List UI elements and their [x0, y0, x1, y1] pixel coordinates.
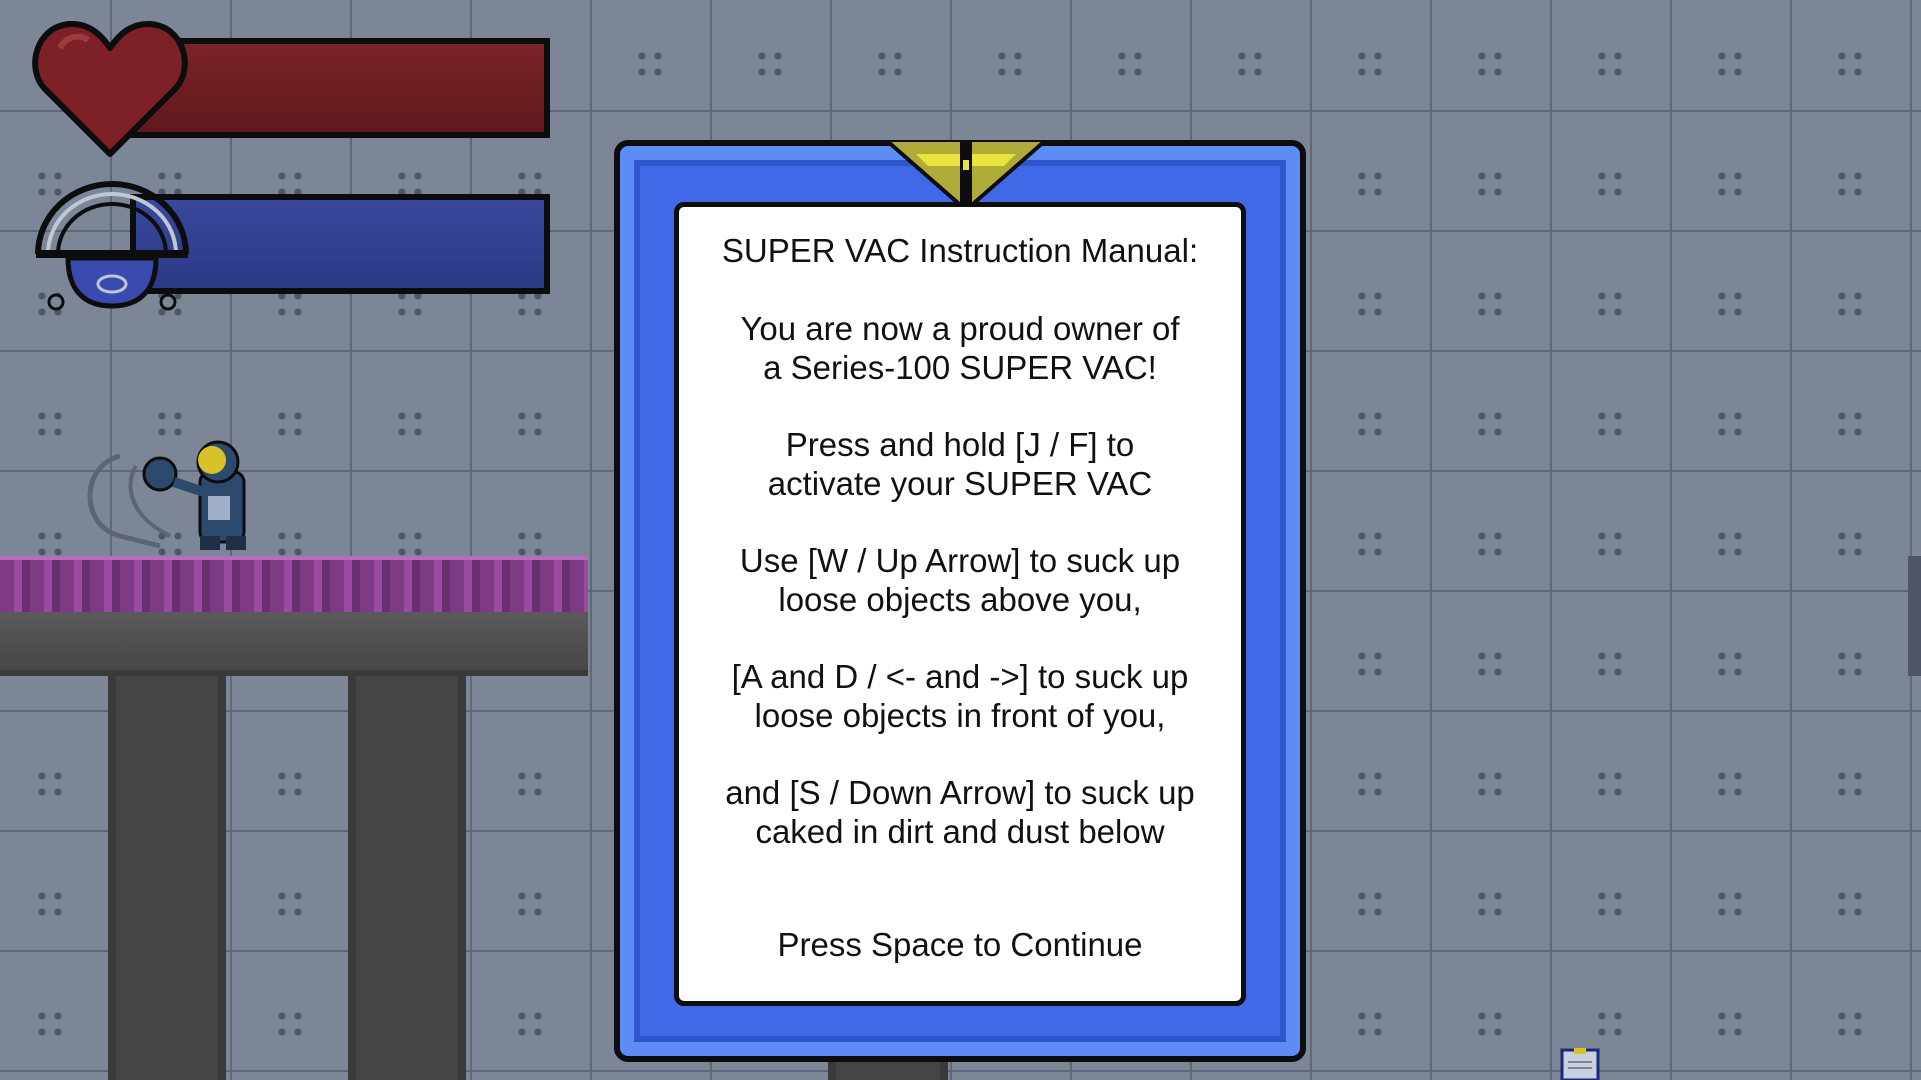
health-bar-fill	[136, 44, 544, 132]
instruction-manual-dialog: SUPER VAC Instruction Manual: You are no…	[614, 140, 1306, 1062]
manual-intro: You are now a proud owner of a Series-10…	[679, 309, 1241, 387]
manual-text-line: activate your SUPER VAC	[767, 465, 1153, 502]
manual-text-line: Press and hold [J / F] to	[785, 426, 1135, 463]
manual-page: SUPER VAC Instruction Manual: You are no…	[674, 202, 1246, 1006]
vac-power-bar	[130, 194, 550, 294]
manual-title: SUPER VAC Instruction Manual:	[721, 232, 1199, 269]
manual-text-line: and [S / Down Arrow] to suck up	[725, 774, 1195, 811]
support-pillar	[108, 676, 226, 1080]
purple-goo-platform	[0, 556, 588, 676]
manual-down-instructions: and [S / Down Arrow] to suck up caked in…	[679, 773, 1241, 851]
platform-base	[0, 612, 588, 676]
manual-text-line: [A and D / <- and ->] to suck up	[731, 658, 1189, 695]
continue-prompt[interactable]: Press Space to Continue	[679, 925, 1241, 964]
manual-activate-instructions: Press and hold [J / F] to activate your …	[679, 425, 1241, 503]
manual-text-line: caked in dirt and dust below	[755, 813, 1165, 850]
platform-goo-top	[0, 556, 588, 612]
manual-text-line: a Series-100 SUPER VAC!	[763, 349, 1157, 386]
support-pillar	[348, 676, 466, 1080]
support-pillar	[828, 1060, 948, 1080]
wall-ledge	[1908, 556, 1921, 676]
manual-text-line: loose objects in front of you,	[754, 697, 1166, 734]
manual-text-line: Use [W / Up Arrow] to suck up	[739, 542, 1181, 579]
vac-power-bar-fill	[136, 200, 544, 288]
manual-side-instructions: [A and D / <- and ->] to suck up loose o…	[679, 657, 1241, 735]
health-bar	[130, 38, 550, 138]
vacuum-icon	[35, 181, 189, 311]
game-scene: SUPER VAC Instruction Manual: You are no…	[0, 0, 1921, 1080]
heart-icon	[32, 20, 188, 157]
manual-text-line: loose objects above you,	[778, 581, 1142, 618]
manual-up-instructions: Use [W / Up Arrow] to suck up loose obje…	[679, 541, 1241, 619]
player-character	[87, 440, 246, 550]
manual-text-line: You are now a proud owner of	[740, 310, 1180, 347]
clipboard-pickup	[1560, 1048, 1600, 1080]
